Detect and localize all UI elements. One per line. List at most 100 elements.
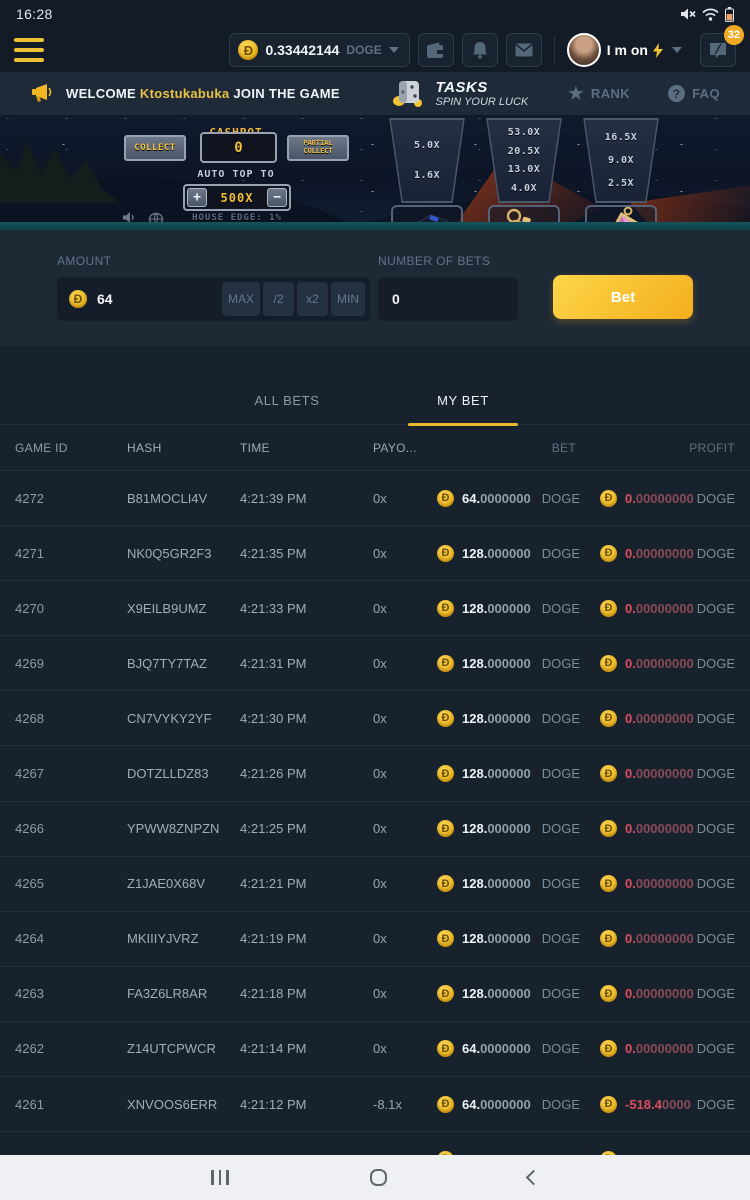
balance-dropdown[interactable]: Ð 0.33442144 DOGE <box>229 33 409 67</box>
profit-currency: DOGE <box>697 491 735 506</box>
game-id-cell: 4269 <box>15 656 127 671</box>
payout-cell: 0x <box>373 931 437 946</box>
table-row: 4266YPWW8ZNPZN4:21:25 PM0xÐ128.000000DOG… <box>0 801 750 856</box>
col-profit: PROFIT <box>600 441 735 455</box>
table-row: 4265Z1JAE0X68V4:21:21 PM0xÐ128.000000DOG… <box>0 856 750 911</box>
amount-input[interactable]: Ð 64 MAX/2x2MIN <box>57 277 370 321</box>
payout-cell: 0x <box>373 711 437 726</box>
bet-currency: DOGE <box>542 491 580 506</box>
bet-cell: Ð128.000000DOGE <box>437 765 600 782</box>
user-menu[interactable]: I m on <box>567 33 682 67</box>
game-id-cell: 4272 <box>15 491 127 506</box>
menu-icon[interactable] <box>14 38 44 62</box>
tasks-subtitle: SPIN YOUR LUCK <box>436 96 529 109</box>
notifications-button[interactable] <box>462 33 498 67</box>
doge-coin-icon: Ð <box>437 1040 454 1057</box>
game-id-cell: 4270 <box>15 601 127 616</box>
faq-link[interactable]: ? FAQ <box>668 85 720 102</box>
wallet-button[interactable] <box>418 33 454 67</box>
profit-currency: DOGE <box>697 1041 735 1056</box>
bet-controls: AMOUNT Ð 64 MAX/2x2MIN NUMBER OF BETS 0 … <box>0 230 750 345</box>
back-icon[interactable] <box>525 1170 541 1186</box>
wallet-icon <box>426 42 445 59</box>
bet-cell: Ð128.000000DOGE <box>437 930 600 947</box>
amount-label: AMOUNT <box>57 254 370 268</box>
chat-icon <box>709 42 727 58</box>
bet-currency: DOGE <box>542 931 580 946</box>
cashpot-value: 0 <box>200 132 277 163</box>
doge-coin-icon: Ð <box>437 490 454 507</box>
doge-coin-icon: Ð <box>600 1096 617 1113</box>
chat-button[interactable]: 32 <box>700 33 736 67</box>
bet-currency: DOGE <box>542 656 580 671</box>
collect-button[interactable]: COLLECT <box>124 135 186 161</box>
tab-all-bets[interactable]: ALL BETS <box>199 393 375 424</box>
half-button[interactable]: /2 <box>263 282 294 316</box>
bet-currency: DOGE <box>542 711 580 726</box>
tasks-link[interactable]: TASKS SPIN YOUR LUCK <box>391 79 529 109</box>
col-game-id: GAME ID <box>15 441 127 455</box>
hash-cell: Z14UTCPWCR <box>127 1041 240 1056</box>
multiplier-value: 13.0X <box>508 164 541 175</box>
multiplier-column: 5.0X1.6X <box>383 118 471 230</box>
game-id-cell: 4271 <box>15 546 127 561</box>
game-id-cell: 4268 <box>15 711 127 726</box>
battery-icon <box>725 7 734 22</box>
tab-my-bet[interactable]: MY BET <box>375 393 551 424</box>
table-row: 4261XNVOOS6ERR4:21:12 PM-8.1xÐ64.0000000… <box>0 1076 750 1131</box>
bet-currency: DOGE <box>542 986 580 1001</box>
doge-coin-icon: Ð <box>437 1096 454 1113</box>
bet-button[interactable]: Bet <box>553 275 693 319</box>
hash-cell: MKIIIYJVRZ <box>127 931 240 946</box>
promo-banner: WELCOME Ktostukabuka JOIN THE GAME TASKS… <box>0 72 750 115</box>
doge-coin-icon: Ð <box>600 1040 617 1057</box>
time-cell: 4:21:12 PM <box>240 1097 373 1112</box>
android-status-bar: 16:28 <box>0 0 750 28</box>
doge-coin-icon: Ð <box>600 875 617 892</box>
profit-currency: DOGE <box>697 546 735 561</box>
home-icon[interactable] <box>370 1169 387 1186</box>
hash-cell: CN7VYKY2YF <box>127 711 240 726</box>
number-of-bets-input[interactable]: 0 <box>378 277 518 321</box>
status-time: 16:28 <box>16 6 53 22</box>
stepper-minus-button[interactable]: − <box>267 188 287 207</box>
game-id-cell: 4263 <box>15 986 127 1001</box>
doge-coin-icon: Ð <box>437 985 454 1002</box>
balance-currency: DOGE <box>346 43 381 57</box>
doge-coin-icon: Ð <box>437 765 454 782</box>
chevron-down-icon <box>672 47 682 53</box>
doge-coin-icon: Ð <box>437 545 454 562</box>
table-row: 4270X9EILB9UMZ4:21:33 PM0xÐ128.000000DOG… <box>0 580 750 635</box>
game-scene: CASHPOT COLLECT 0 PARTIAL COLLECT AUTO T… <box>0 115 750 230</box>
multiplier-value: 4.0X <box>511 183 537 194</box>
profit-currency: DOGE <box>697 601 735 616</box>
max-button[interactable]: MAX <box>222 282 260 316</box>
doge-coin-icon: Ð <box>600 765 617 782</box>
bell-icon <box>472 41 488 59</box>
partial-collect-button[interactable]: PARTIAL COLLECT <box>287 135 349 161</box>
time-cell: 4:21:35 PM <box>240 546 373 561</box>
bet-currency: DOGE <box>542 821 580 836</box>
hash-cell: FA3Z6LR8AR <box>127 986 240 1001</box>
profit-currency: DOGE <box>697 821 735 836</box>
profit-cell: Ð0.00000000DOGE <box>600 600 735 617</box>
game-id-cell: 4265 <box>15 876 127 891</box>
recents-icon[interactable] <box>211 1170 229 1185</box>
col-hash: HASH <box>127 441 240 455</box>
profit-currency: DOGE <box>697 711 735 726</box>
profit-cell: Ð0.00000000DOGE <box>600 875 735 892</box>
stepper-plus-button[interactable]: + <box>187 188 207 207</box>
multiplier-cards: 5.0X1.6X53.0X20.5X13.0X4.0X16.5X9.0X2.5X <box>383 118 665 230</box>
doge-coin-icon: Ð <box>600 985 617 1002</box>
rank-link[interactable]: ★ RANK <box>568 85 630 102</box>
welcome-message: WELCOME Ktostukabuka JOIN THE GAME <box>30 83 340 105</box>
bet-currency: DOGE <box>542 766 580 781</box>
question-icon: ? <box>668 85 685 102</box>
amount-value[interactable]: 64 <box>97 291 219 307</box>
hash-cell: DOTZLLDZ83 <box>127 766 240 781</box>
messages-button[interactable] <box>506 33 542 67</box>
payout-cell: 0x <box>373 821 437 836</box>
double-button[interactable]: x2 <box>297 282 328 316</box>
min-button[interactable]: MIN <box>331 282 365 316</box>
bet-currency: DOGE <box>542 601 580 616</box>
